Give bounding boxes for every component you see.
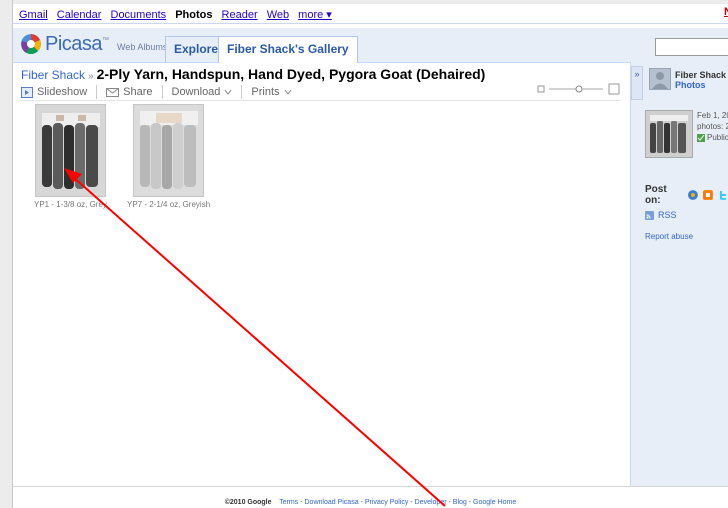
thumbnail-size-slider[interactable] — [537, 82, 621, 96]
google-bar: Gmail Calendar Documents Photos Reader W… — [13, 6, 728, 24]
toolbar-divider — [161, 85, 163, 99]
photo-caption: YP1 - 1-3/8 oz, Grey — [34, 200, 107, 209]
album-cover-image — [646, 111, 692, 157]
blogger-icon[interactable] — [703, 190, 714, 200]
picasa-header: Picasa ™ Web Albums Explore Fiber Shack'… — [13, 28, 728, 63]
logo-tm: ™ — [102, 36, 110, 44]
prints-label: Prints — [251, 86, 280, 98]
footer-google-home-link[interactable]: Google Home — [473, 499, 516, 506]
album-photo-count: photos: 2 — [697, 122, 728, 131]
photo-caption: YP7 - 2-1/4 oz, Greyish — [127, 200, 211, 209]
yarn-photo-grey[interactable] — [35, 104, 106, 197]
photos-current: Photos — [175, 9, 213, 21]
album-title: 2-Ply Yarn, Handspun, Hand Dyed, Pygora … — [96, 66, 486, 82]
buzz-icon[interactable] — [688, 190, 699, 200]
prints-button[interactable]: Prints — [251, 86, 291, 98]
double-chevron-icon: » — [634, 69, 640, 79]
calendar-link[interactable]: Calendar — [57, 9, 102, 21]
footer-download-link[interactable]: Download Picasa — [305, 499, 359, 506]
footer-terms-link[interactable]: Terms — [279, 499, 298, 506]
post-on-section: Post on: — [645, 184, 728, 206]
breadcrumb-separator: » — [88, 71, 94, 82]
picasa-logo-icon — [21, 34, 41, 54]
logo-text: Picasa — [45, 32, 103, 55]
small-thumb-icon — [537, 85, 545, 93]
window-left-frame — [0, 0, 13, 508]
footer-privacy-link[interactable]: Privacy Policy — [365, 499, 409, 506]
photo-thumbnail[interactable]: YP7 - 2-1/4 oz, Greyish — [127, 104, 210, 209]
toolbar-divider — [241, 85, 243, 99]
user-silhouette-icon — [652, 72, 668, 89]
footer-blog-link[interactable]: Blog — [453, 499, 467, 506]
web-link[interactable]: Web — [267, 9, 289, 21]
new-link[interactable]: Ne — [724, 6, 728, 18]
yarn-photo-greyish[interactable] — [133, 104, 204, 197]
download-button[interactable]: Download — [172, 86, 233, 98]
avatar[interactable] — [649, 68, 671, 90]
slideshow-icon — [21, 86, 33, 98]
public-globe-icon — [697, 133, 705, 142]
collapse-panel-button[interactable]: » — [631, 66, 643, 100]
picasa-page: Gmail Calendar Documents Photos Reader W… — [13, 4, 728, 508]
footer-developer-link[interactable]: Developer — [415, 499, 447, 506]
visibility-label: Public — [707, 133, 728, 142]
breadcrumb-owner-link[interactable]: Fiber Shack — [21, 68, 85, 82]
toolbar-divider — [96, 85, 98, 99]
album-meta: Feb 1, 20 photos: 2 Public — [697, 110, 728, 143]
album-toolbar: Slideshow Share Download Prints — [21, 84, 292, 100]
gmail-link[interactable]: Gmail — [19, 9, 48, 21]
twitter-icon[interactable] — [718, 190, 728, 200]
rss-icon — [645, 210, 654, 220]
tab-gallery[interactable]: Fiber Shack's Gallery — [218, 36, 358, 63]
chevron-down-icon — [284, 89, 291, 95]
share-button[interactable]: Share — [106, 86, 153, 98]
share-label: Share — [123, 86, 153, 98]
envelope-icon — [106, 87, 120, 97]
content-divider — [21, 100, 621, 101]
logo-subtitle: Web Albums — [117, 42, 168, 52]
report-abuse-link[interactable]: Report abuse — [645, 232, 693, 241]
documents-link[interactable]: Documents — [111, 9, 167, 21]
slider-handle[interactable] — [575, 85, 583, 93]
breadcrumb: Fiber Shack» 2-Ply Yarn, Handspun, Hand D… — [21, 66, 485, 82]
reader-link[interactable]: Reader — [222, 9, 258, 21]
footer-copyright: ©2010 Google — [224, 499, 272, 506]
large-thumb-icon — [608, 83, 620, 95]
download-label: Download — [171, 86, 221, 98]
album-visibility: Public — [697, 132, 728, 143]
rss-link[interactable]: RSS — [645, 210, 677, 220]
yarn-skeins-image — [134, 105, 203, 196]
picasa-logo[interactable]: Picasa ™ Web Albums — [21, 32, 167, 56]
right-panel: » Fiber Shack Photos Feb 1, 20 photos: 2 — [631, 62, 728, 486]
search-input[interactable] — [655, 38, 728, 56]
slideshow-button[interactable]: Slideshow — [21, 86, 87, 98]
yarn-skeins-image — [36, 105, 105, 196]
owner-name: Fiber Shack — [675, 70, 727, 80]
chevron-down-icon — [225, 89, 232, 95]
post-on-label: Post on: — [645, 184, 667, 206]
footer-divider — [13, 486, 728, 487]
album-cover-thumbnail[interactable] — [645, 110, 693, 158]
rss-label: RSS — [658, 210, 677, 220]
photo-thumbnail[interactable]: YP1 - 1-3/8 oz, Grey — [34, 104, 107, 209]
owner-photos-link[interactable]: Photos — [675, 80, 706, 90]
more-link[interactable]: more ▾ — [298, 9, 332, 21]
page-footer: ©2010 Google Terms - Download Picasa - P… — [13, 499, 728, 506]
slideshow-label: Slideshow — [37, 86, 88, 98]
album-date: Feb 1, 20 — [697, 111, 728, 120]
